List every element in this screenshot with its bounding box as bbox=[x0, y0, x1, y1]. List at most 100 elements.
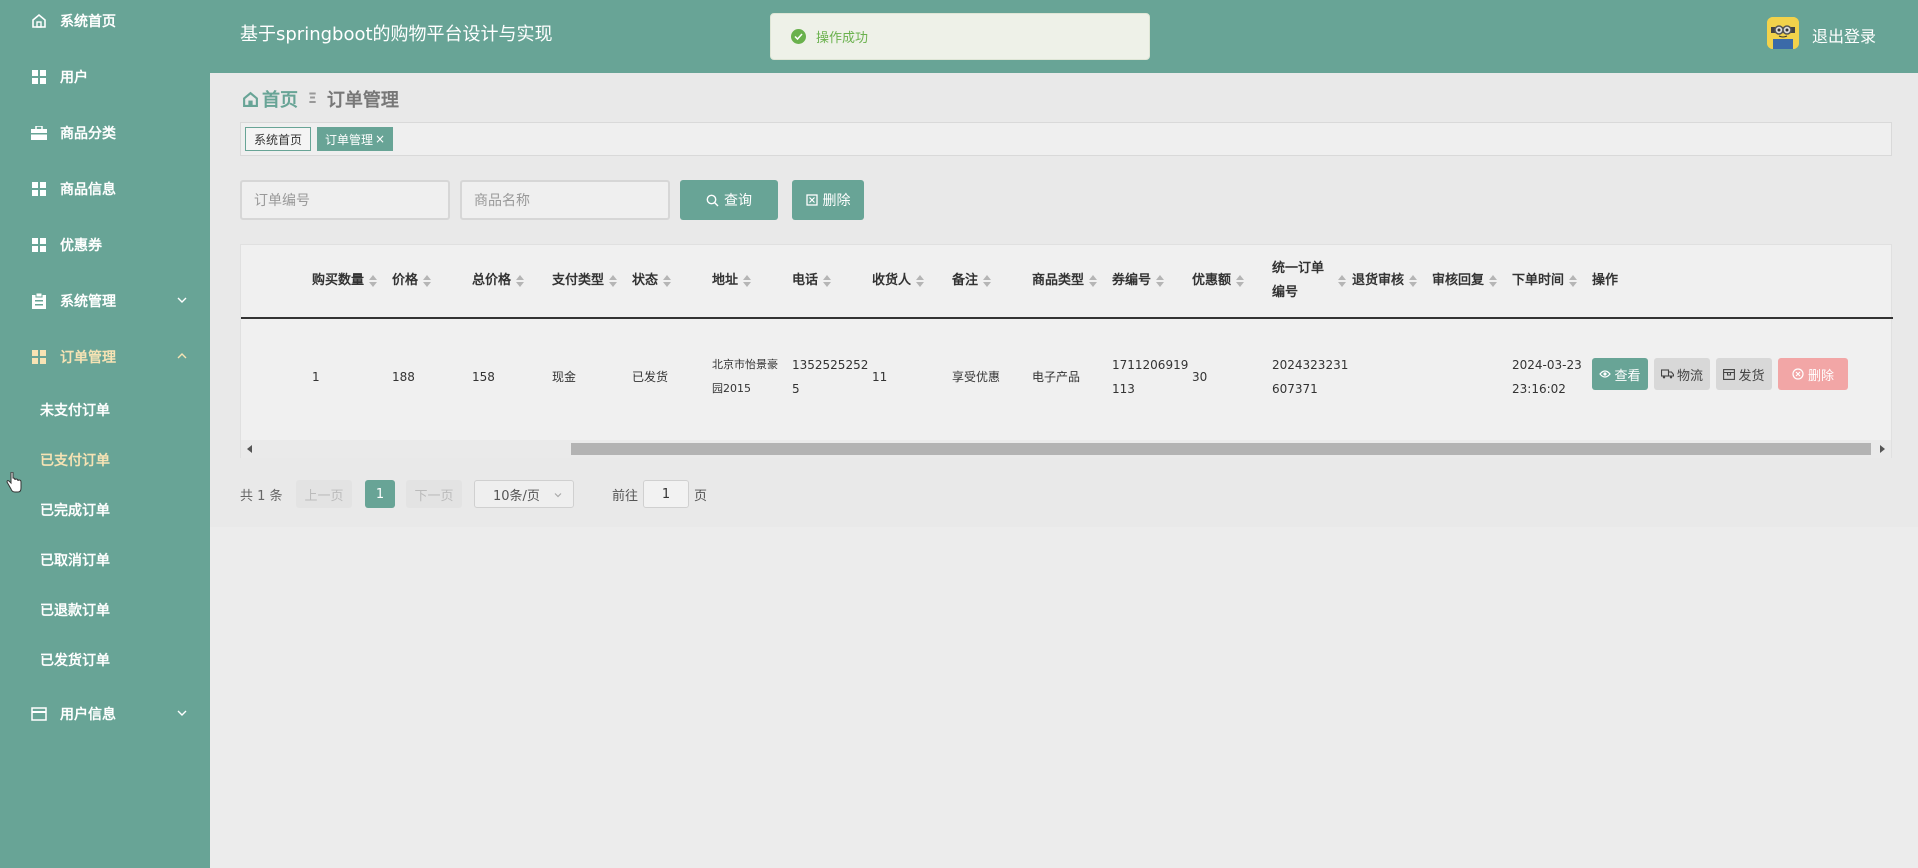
sort-icon[interactable] bbox=[1489, 275, 1498, 287]
sidebar-subitem-unpaid[interactable]: 未支付订单 bbox=[0, 392, 210, 428]
sort-icon[interactable] bbox=[916, 275, 925, 287]
sort-icon[interactable] bbox=[823, 275, 832, 287]
sidebar-item-userinfo[interactable]: 用户信息 bbox=[0, 694, 210, 734]
clipboard-icon bbox=[30, 292, 48, 310]
order-no-input[interactable]: 订单编号 bbox=[240, 180, 450, 220]
goto-page-input[interactable]: 1 bbox=[643, 480, 689, 508]
sidebar-subitem-refunded[interactable]: 已退款订单 bbox=[0, 592, 210, 628]
col-header-address[interactable]: 地址 bbox=[712, 245, 752, 317]
sidebar-item-label: 优惠券 bbox=[60, 238, 102, 254]
tag-current[interactable]: 订单管理 × bbox=[317, 127, 394, 151]
goto-suffix: 页 bbox=[694, 488, 708, 504]
sort-icon[interactable] bbox=[1156, 275, 1165, 287]
top-header: 基于springboot的购物平台设计与实现 操作成功 退出登录 bbox=[210, 0, 1918, 73]
sidebar-subitem-completed[interactable]: 已完成订单 bbox=[0, 492, 210, 528]
scroll-left-arrow-icon[interactable] bbox=[247, 445, 252, 453]
delete-row-button[interactable]: 删除 bbox=[1778, 358, 1848, 390]
sidebar-item-home[interactable]: 系统首页 bbox=[0, 1, 210, 41]
cell-coupon: 1711206919 113 bbox=[1112, 358, 1189, 396]
cell-paytype: 现金 bbox=[552, 370, 577, 384]
query-button[interactable]: 查询 bbox=[680, 180, 778, 220]
col-header-remark[interactable]: 备注 bbox=[952, 245, 992, 317]
col-header-review-reply[interactable]: 审核回复 bbox=[1432, 245, 1498, 317]
product-name-input[interactable]: 商品名称 bbox=[460, 180, 670, 220]
logistics-button[interactable]: 物流 bbox=[1654, 358, 1710, 390]
sidebar-item-system[interactable]: 系统管理 bbox=[0, 281, 210, 321]
close-icon[interactable]: × bbox=[375, 132, 385, 146]
scroll-right-arrow-icon[interactable] bbox=[1880, 445, 1885, 453]
col-header-status[interactable]: 状态 bbox=[632, 245, 672, 317]
check-circle-icon bbox=[791, 29, 806, 44]
page-size-select[interactable]: 10条/页 bbox=[474, 480, 574, 508]
col-header-qty[interactable]: 购买数量 bbox=[312, 245, 378, 317]
col-header-order-time[interactable]: 下单时间 bbox=[1512, 245, 1578, 317]
sidebar-item-category[interactable]: 商品分类 bbox=[0, 113, 210, 153]
breadcrumb-home[interactable]: 首页 bbox=[242, 86, 298, 112]
sidebar-subitem-cancelled[interactable]: 已取消订单 bbox=[0, 542, 210, 578]
cell-receiver: 11 bbox=[872, 370, 888, 384]
prev-page-button[interactable]: 上一页 bbox=[296, 480, 352, 508]
sort-icon[interactable] bbox=[1409, 275, 1418, 287]
sidebar-subitem-shipped[interactable]: 已发货订单 bbox=[0, 642, 210, 678]
success-toast: 操作成功 bbox=[770, 13, 1150, 60]
briefcase-icon bbox=[30, 124, 48, 142]
sidebar-item-users[interactable]: 用户 bbox=[0, 57, 210, 97]
col-header-coupon[interactable]: 券编号 bbox=[1112, 245, 1165, 317]
next-page-button[interactable]: 下一页 bbox=[406, 480, 462, 508]
app-title: 基于springboot的购物平台设计与实现 bbox=[240, 24, 553, 45]
sort-icon[interactable] bbox=[1338, 275, 1347, 287]
sort-icon[interactable] bbox=[516, 275, 525, 287]
page-number-button[interactable]: 1 bbox=[365, 480, 395, 508]
scrollbar-thumb[interactable] bbox=[571, 443, 1871, 455]
cell-qty: 1 bbox=[312, 370, 320, 384]
goto-label: 前往 bbox=[612, 488, 639, 504]
batch-delete-button[interactable]: 删除 bbox=[792, 180, 864, 220]
package-icon bbox=[1723, 368, 1736, 380]
sidebar: 系统首页 用户 商品分类 商品信息 优惠券 系统管理 订单管理 未支付订单 已支… bbox=[0, 0, 210, 868]
sidebar-item-coupons[interactable]: 优惠券 bbox=[0, 225, 210, 265]
truck-icon bbox=[1660, 369, 1674, 379]
col-header-discount[interactable]: 优惠额 bbox=[1192, 245, 1245, 317]
view-button[interactable]: 查看 bbox=[1592, 358, 1648, 390]
col-header-return-review[interactable]: 退货审核 bbox=[1352, 245, 1418, 317]
grid-icon bbox=[30, 180, 48, 198]
hand-cursor-icon bbox=[6, 471, 22, 498]
header-divider bbox=[241, 317, 1893, 319]
pagination-total: 共 1 条 bbox=[240, 488, 283, 504]
ship-button[interactable]: 发货 bbox=[1716, 358, 1772, 390]
col-header-paytype[interactable]: 支付类型 bbox=[552, 245, 618, 317]
sort-icon[interactable] bbox=[369, 275, 378, 287]
sort-icon[interactable] bbox=[983, 275, 992, 287]
sort-icon[interactable] bbox=[1569, 275, 1578, 287]
sidebar-item-products[interactable]: 商品信息 bbox=[0, 169, 210, 209]
horizontal-scrollbar[interactable] bbox=[241, 440, 1891, 458]
cell-remark: 享受优惠 bbox=[952, 370, 1001, 384]
sort-icon[interactable] bbox=[663, 275, 672, 287]
chevron-down-icon bbox=[553, 490, 563, 500]
sidebar-item-label: 商品信息 bbox=[60, 182, 116, 198]
col-header-unified-no[interactable]: 统一订单 编号 bbox=[1272, 245, 1347, 317]
sort-icon[interactable] bbox=[743, 275, 752, 287]
col-header-total[interactable]: 总价格 bbox=[472, 245, 525, 317]
delete-box-icon bbox=[805, 194, 818, 206]
chevron-down-icon bbox=[176, 707, 190, 721]
logout-button[interactable]: 退出登录 bbox=[1812, 23, 1876, 47]
cell-discount: 30 bbox=[1192, 370, 1208, 384]
chevron-up-icon bbox=[176, 350, 190, 364]
sort-icon[interactable] bbox=[1236, 275, 1245, 287]
avatar[interactable] bbox=[1767, 17, 1799, 49]
sort-icon[interactable] bbox=[1089, 275, 1098, 287]
sidebar-subitem-paid[interactable]: 已支付订单 bbox=[0, 442, 210, 478]
sort-icon[interactable] bbox=[423, 275, 432, 287]
col-header-price[interactable]: 价格 bbox=[392, 245, 432, 317]
card-icon bbox=[30, 705, 48, 723]
col-header-phone[interactable]: 电话 bbox=[792, 245, 832, 317]
tag-home[interactable]: 系统首页 bbox=[245, 127, 312, 151]
cell-unified-no: 2024323231 607371 bbox=[1272, 358, 1349, 396]
sort-icon[interactable] bbox=[609, 275, 618, 287]
col-header-category[interactable]: 商品类型 bbox=[1032, 245, 1098, 317]
col-header-receiver[interactable]: 收货人 bbox=[872, 245, 925, 317]
breadcrumb-current: 订单管理 bbox=[326, 90, 399, 111]
breadcrumb: 首页 Ξ 订单管理 bbox=[242, 86, 399, 112]
sidebar-item-orders[interactable]: 订单管理 bbox=[0, 337, 210, 377]
